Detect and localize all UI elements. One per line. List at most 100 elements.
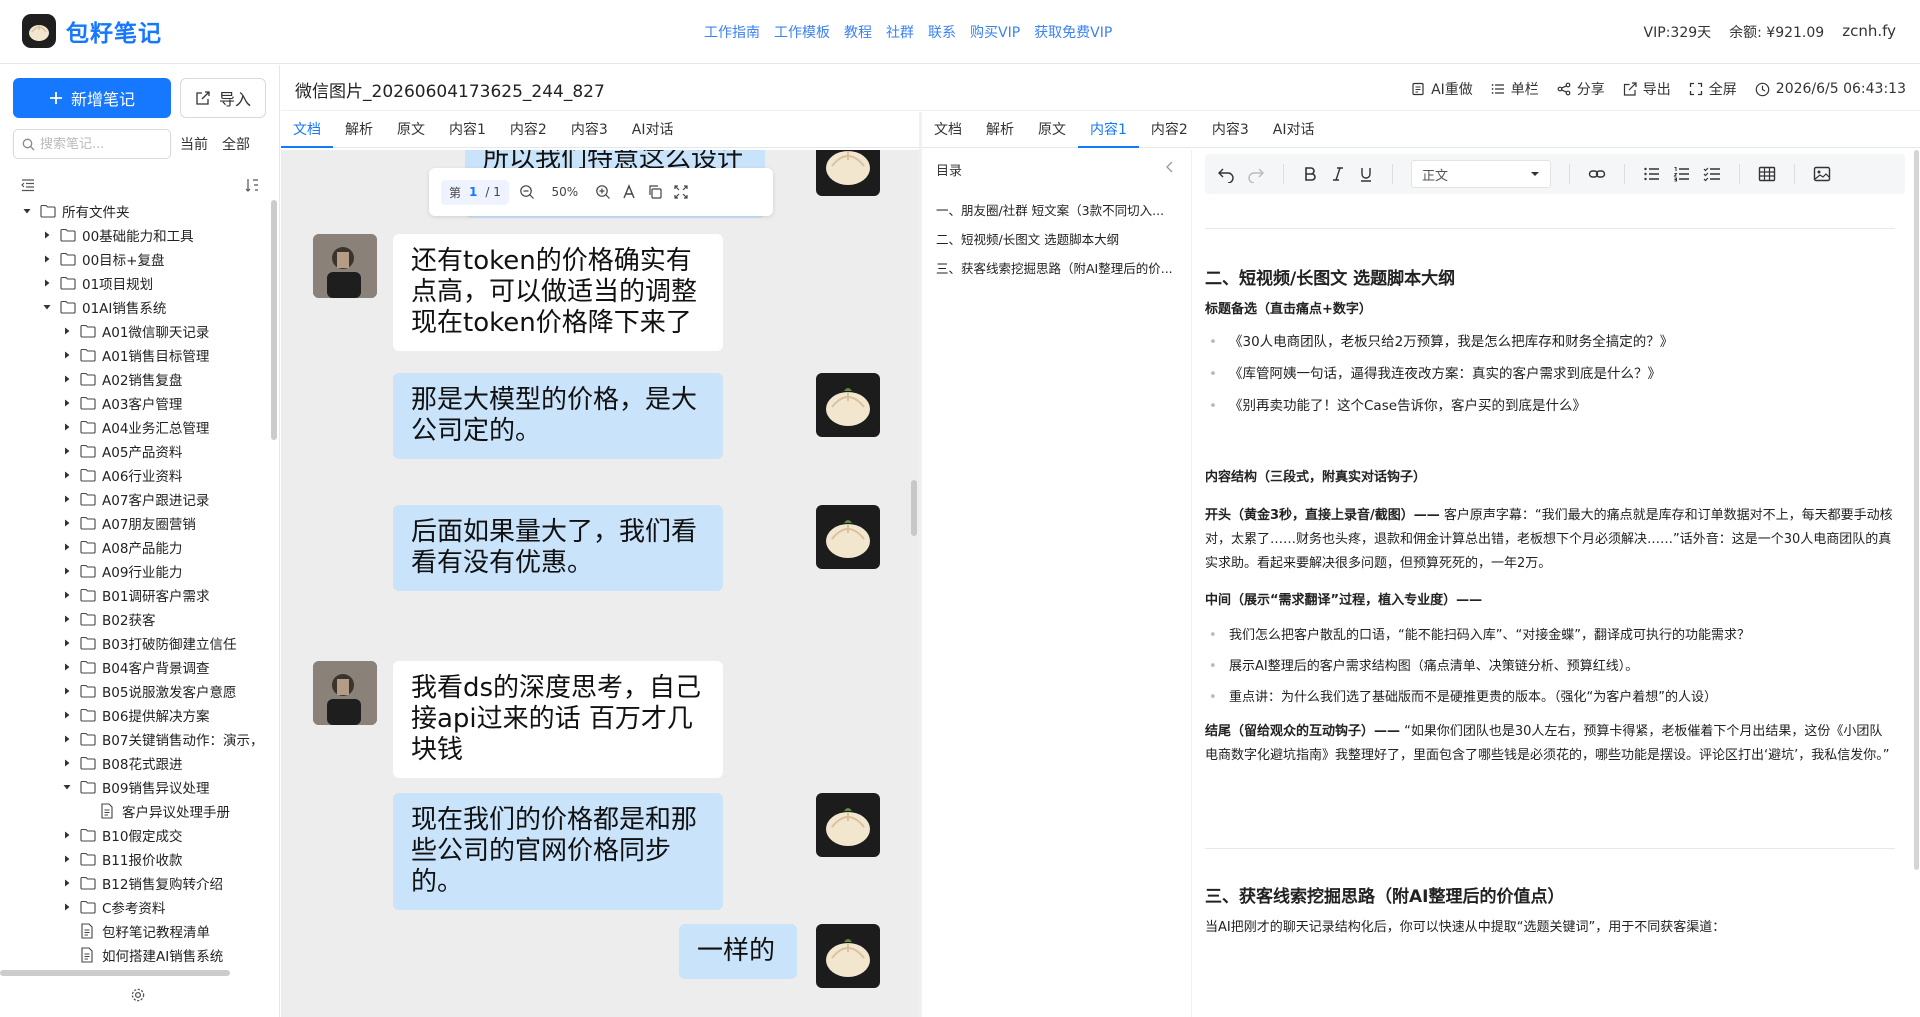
tree-folder[interactable]: B11报价收款 [0, 847, 270, 871]
link-icon[interactable] [1588, 165, 1606, 183]
left-tab-content3[interactable]: 内容3 [559, 119, 620, 147]
nav-contact[interactable]: 联系 [928, 22, 956, 42]
tree-folder[interactable]: 所有文件夹 [0, 199, 270, 223]
caret-right-icon[interactable] [60, 516, 74, 530]
copy-icon[interactable] [647, 184, 663, 200]
left-tab-content1[interactable]: 内容1 [437, 119, 498, 147]
caret-right-icon[interactable] [60, 732, 74, 746]
collapse-all-icon[interactable] [20, 177, 36, 193]
tree-folder[interactable]: A08产品能力 [0, 535, 270, 559]
sidebar-hscrollbar[interactable] [0, 970, 230, 976]
tree-folder[interactable]: A09行业能力 [0, 559, 270, 583]
redo-icon[interactable] [1247, 165, 1265, 183]
caret-right-icon[interactable] [60, 396, 74, 410]
caret-right-icon[interactable] [60, 540, 74, 554]
bullet-list-icon[interactable] [1643, 165, 1661, 183]
undo-icon[interactable] [1217, 165, 1235, 183]
tree-file[interactable]: 包籽笔记教程清单 [0, 919, 270, 943]
tree-file[interactable]: 如何搭建AI销售系统 [0, 943, 270, 967]
underline-icon[interactable] [1358, 166, 1374, 182]
caret-right-icon[interactable] [60, 588, 74, 602]
sidebar-scrollbar[interactable] [271, 200, 277, 440]
single-column-button[interactable]: 单栏 [1491, 79, 1539, 99]
caret-right-icon[interactable] [60, 444, 74, 458]
tree-folder[interactable]: 00目标+复盘 [0, 247, 270, 271]
tree-folder[interactable]: B09销售异议处理 [0, 775, 270, 799]
tree-folder[interactable]: B12销售复购转介绍 [0, 871, 270, 895]
page-indicator[interactable]: 第 1 / 1 [441, 179, 509, 205]
caret-right-icon[interactable] [60, 372, 74, 386]
caret-right-icon[interactable] [40, 276, 54, 290]
doc-title[interactable]: 微信图片_20260604173625_244_827 [295, 77, 605, 102]
caret-down-icon[interactable] [40, 300, 54, 314]
right-tab-analysis[interactable]: 解析 [974, 119, 1026, 147]
tree-folder[interactable]: 01项目规划 [0, 271, 270, 295]
chevron-left-icon[interactable] [1163, 160, 1177, 174]
caret-right-icon[interactable] [60, 492, 74, 506]
caret-right-icon[interactable] [60, 564, 74, 578]
left-tab-content2[interactable]: 内容2 [498, 119, 559, 147]
nav-free-vip[interactable]: 获取免费VIP [1034, 22, 1112, 42]
fit-screen-icon[interactable] [673, 184, 689, 200]
sort-icon[interactable] [244, 177, 260, 193]
editor-content[interactable]: 二、短视频/长图文 选题脚本大纲 标题备选（直击痛点+数字） • 《30人电商团队… [1205, 210, 1895, 940]
text-icon[interactable] [621, 184, 637, 200]
toc-item[interactable]: 一、朋友圈/社群 短文案（3款不同切入... [936, 200, 1176, 219]
caret-right-icon[interactable] [60, 876, 74, 890]
tree-folder[interactable]: B07关键销售动作：演示， [0, 727, 270, 751]
tree-folder[interactable]: A06行业资料 [0, 463, 270, 487]
bold-icon[interactable] [1302, 166, 1318, 182]
image-icon[interactable] [1813, 165, 1831, 183]
nav-buy-vip[interactable]: 购买VIP [970, 22, 1020, 42]
nav-tutorial[interactable]: 教程 [844, 22, 872, 42]
tree-folder[interactable]: A02销售复盘 [0, 367, 270, 391]
new-note-button[interactable]: 新增笔记 [13, 78, 171, 118]
caret-right-icon[interactable] [40, 228, 54, 242]
tree-folder[interactable]: A07朋友圈营销 [0, 511, 270, 535]
caret-right-icon[interactable] [60, 612, 74, 626]
caret-down-icon[interactable] [20, 204, 34, 218]
tree-folder[interactable]: B05说服激发客户意愿 [0, 679, 270, 703]
fullscreen-button[interactable]: 全屏 [1689, 79, 1737, 99]
tree-folder[interactable]: 01AI销售系统 [0, 295, 270, 319]
tree-folder[interactable]: C参考资料 [0, 895, 270, 919]
viewer-scrollbar[interactable] [911, 480, 917, 536]
tree-folder[interactable]: A03客户管理 [0, 391, 270, 415]
caret-right-icon[interactable] [60, 684, 74, 698]
right-tab-original[interactable]: 原文 [1026, 119, 1078, 147]
tree-folder[interactable]: B02获客 [0, 607, 270, 631]
table-icon[interactable] [1758, 165, 1776, 183]
left-tab-doc[interactable]: 文档 [281, 119, 333, 148]
import-button[interactable]: 导入 [180, 78, 266, 118]
caret-right-icon[interactable] [60, 324, 74, 338]
tree-folder[interactable]: A01微信聊天记录 [0, 319, 270, 343]
tree-folder[interactable]: B03打破防御建立信任 [0, 631, 270, 655]
tree-folder[interactable]: B04客户背景调查 [0, 655, 270, 679]
user-name[interactable]: zcnh.fy [1842, 22, 1896, 42]
caret-right-icon[interactable] [60, 756, 74, 770]
tree-folder[interactable]: B01调研客户需求 [0, 583, 270, 607]
tree-folder[interactable]: B08花式跟进 [0, 751, 270, 775]
tree-folder[interactable]: A04业务汇总管理 [0, 415, 270, 439]
left-tab-ai-chat[interactable]: AI对话 [620, 119, 686, 147]
scope-all[interactable]: 全部 [222, 133, 250, 155]
caret-right-icon[interactable] [40, 252, 54, 266]
caret-right-icon[interactable] [60, 636, 74, 650]
ai-redo-button[interactable]: AI重做 [1411, 79, 1473, 99]
caret-right-icon[interactable] [60, 708, 74, 722]
right-tab-content3[interactable]: 内容3 [1200, 119, 1261, 147]
caret-right-icon[interactable] [60, 468, 74, 482]
right-tab-content2[interactable]: 内容2 [1139, 119, 1200, 147]
nav-community[interactable]: 社群 [886, 22, 914, 42]
right-tab-content1[interactable]: 内容1 [1078, 119, 1139, 148]
toc-item[interactable]: 二、短视频/长图文 选题脚本大纲 [936, 229, 1176, 248]
caret-right-icon[interactable] [60, 828, 74, 842]
share-button[interactable]: 分享 [1557, 79, 1605, 99]
tree-folder[interactable]: A05产品资料 [0, 439, 270, 463]
tree-folder[interactable]: 00基础能力和工具 [0, 223, 270, 247]
right-tab-ai-chat[interactable]: AI对话 [1261, 119, 1327, 147]
scope-current[interactable]: 当前 [180, 133, 208, 155]
left-tab-original[interactable]: 原文 [385, 119, 437, 147]
search-box[interactable] [13, 129, 171, 159]
search-input[interactable] [40, 136, 160, 152]
